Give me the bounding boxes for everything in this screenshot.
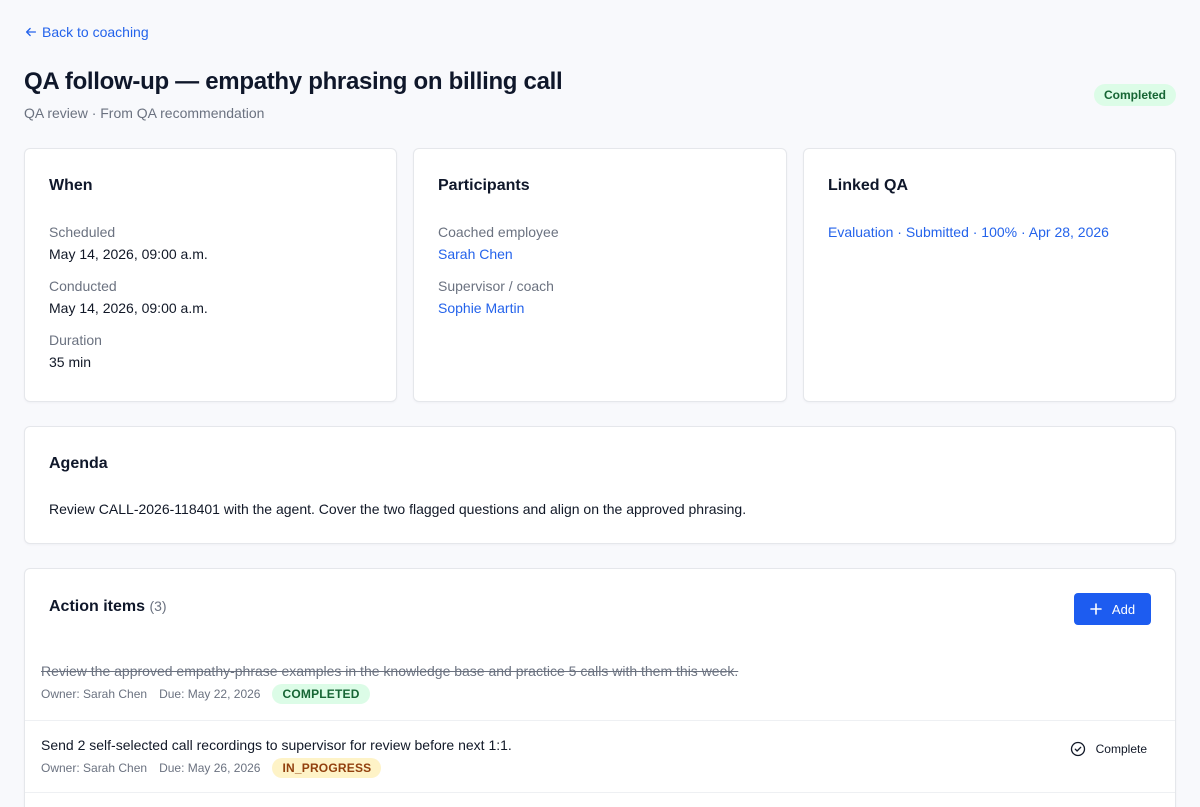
- action-items-card: Action items (3) Add Review the approved…: [24, 568, 1176, 807]
- add-action-item-button[interactable]: Add: [1074, 593, 1151, 625]
- participants-card: Participants Coached employee Sarah Chen…: [413, 148, 787, 402]
- when-card-title: When: [49, 177, 93, 194]
- action-item-row: Send 2 self-selected call recordings to …: [25, 721, 1175, 793]
- duration-label: Duration: [49, 332, 102, 348]
- complete-button-label: Complete: [1095, 742, 1147, 756]
- action-item-text: Review the approved empathy-phrase examp…: [41, 663, 739, 679]
- conducted-value: May 14, 2026, 09:00 a.m.: [49, 300, 208, 316]
- participants-card-title: Participants: [438, 177, 530, 194]
- action-item-text: Send 2 self-selected call recordings to …: [41, 737, 512, 753]
- complete-action-button[interactable]: Complete: [1070, 741, 1147, 757]
- status-badge: Completed: [1093, 84, 1176, 106]
- agenda-card: Agenda Review CALL-2026-118401 with the …: [24, 426, 1176, 544]
- back-to-coaching-link[interactable]: Back to coaching: [24, 24, 149, 40]
- action-item-owner: Owner: Sarah Chen: [41, 687, 148, 701]
- linked-qa-card-title: Linked QA: [828, 177, 909, 194]
- agenda-card-title: Agenda: [49, 455, 108, 472]
- add-button-label: Add: [1111, 601, 1136, 617]
- when-card: When Scheduled May 14, 2026, 09:00 a.m. …: [24, 148, 397, 402]
- agenda-text: Review CALL-2026-118401 with the agent. …: [49, 501, 747, 517]
- action-item-owner: Owner: Sarah Chen: [41, 761, 148, 775]
- coached-employee-link[interactable]: Sarah Chen: [438, 246, 762, 262]
- supervisor-link[interactable]: Sophie Martin: [438, 300, 762, 316]
- page-title: QA follow-up — empathy phrasing on billi…: [24, 68, 563, 95]
- page-subtitle: QA review · From QA recommendation: [24, 105, 265, 121]
- action-status-badge: IN_PROGRESS: [272, 758, 382, 778]
- action-item-due: Due: May 22, 2026: [159, 687, 261, 701]
- supervisor-label: Supervisor / coach: [438, 278, 554, 294]
- duration-value: 35 min: [49, 354, 92, 370]
- action-items-heading: Action items: [49, 598, 146, 615]
- scheduled-label: Scheduled: [49, 224, 116, 240]
- action-item-row: Review the approved empathy-phrase examp…: [25, 663, 1175, 721]
- conducted-label: Conducted: [49, 278, 117, 294]
- check-circle-icon: [1070, 741, 1085, 757]
- action-status-badge: COMPLETED: [272, 684, 370, 704]
- arrow-left-icon: [25, 27, 37, 37]
- back-link-label: Back to coaching: [42, 24, 149, 40]
- action-item-due: Due: May 26, 2026: [159, 761, 261, 775]
- linked-qa-card: Linked QA Evaluation · Submitted · 100% …: [803, 148, 1176, 402]
- scheduled-value: May 14, 2026, 09:00 a.m.: [49, 246, 208, 262]
- coached-employee-label: Coached employee: [438, 224, 559, 240]
- action-items-title: Action items (3): [49, 598, 167, 616]
- evaluation-link[interactable]: Evaluation · Submitted · 100% · Apr 28, …: [828, 224, 1151, 240]
- plus-icon: [1090, 603, 1102, 615]
- action-items-count: (3): [149, 598, 167, 614]
